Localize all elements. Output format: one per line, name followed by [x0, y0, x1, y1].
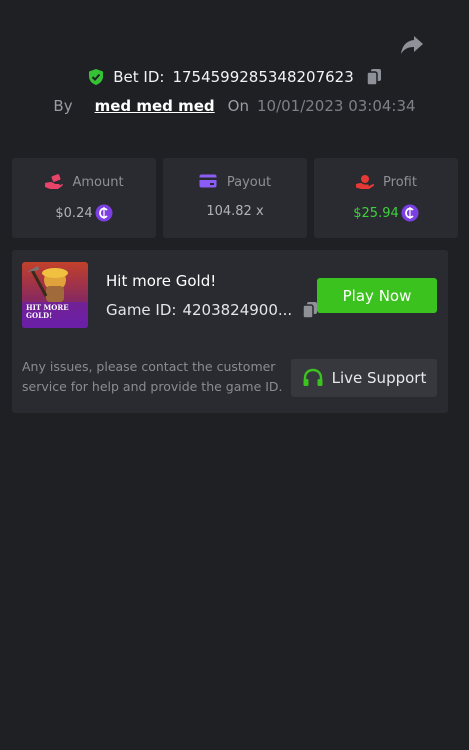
shield-check-icon [87, 68, 105, 86]
game-thumbnail-logo: HIT MORE GOLD! [26, 303, 69, 320]
bet-stats: Amount $0.24 Payout 104.82 x Profit $25.… [12, 158, 458, 238]
game-id-label: Game ID: [106, 301, 177, 319]
stat-profit: Profit $25.94 [314, 158, 458, 238]
game-thumbnail[interactable]: HIT MORE GOLD! [22, 262, 88, 328]
bet-id-label: Bet ID: [113, 68, 165, 86]
play-now-button[interactable]: Play Now [317, 278, 437, 313]
game-id-row: Game ID: 4203824900... [106, 301, 318, 319]
game-id-value: 4203824900... [182, 301, 293, 319]
share-icon [400, 35, 424, 59]
stat-profit-label: Profit [383, 174, 417, 190]
stat-payout-label: Payout [226, 174, 272, 190]
stat-amount-value: $0.24 [55, 205, 93, 221]
stat-amount: Amount $0.24 [12, 158, 156, 238]
stat-profit-value: $25.94 [353, 205, 399, 221]
card-icon [199, 174, 219, 190]
copy-icon[interactable] [302, 301, 318, 319]
game-title: Hit more Gold! [106, 272, 217, 290]
live-support-button[interactable]: Live Support [291, 359, 437, 397]
bet-id-row: Bet ID: 1754599285348207623 [0, 68, 469, 86]
by-label: By [53, 97, 73, 115]
headset-icon [302, 368, 324, 388]
coin-icon [401, 204, 419, 222]
coin-icon [95, 204, 113, 222]
username-link[interactable]: med med med [95, 97, 215, 115]
stat-amount-label: Amount [72, 174, 124, 190]
share-button[interactable] [399, 36, 425, 58]
bet-datetime: 10/01/2023 03:04:34 [256, 97, 416, 115]
stat-payout: Payout 104.82 x [163, 158, 307, 238]
bet-hand-icon [44, 174, 64, 190]
game-card: HIT MORE GOLD! Hit more Gold! Game ID: 4… [12, 250, 448, 413]
copy-icon[interactable] [366, 68, 382, 86]
bet-meta-row: By med med med On 10/01/2023 03:04:34 [0, 97, 469, 115]
bet-id-value: 1754599285348207623 [172, 68, 354, 86]
live-support-label: Live Support [331, 369, 427, 387]
stat-payout-value: 104.82 x [206, 204, 264, 219]
on-label: On [227, 97, 249, 115]
support-help-text: Any issues, please contact the customer … [22, 359, 283, 394]
profit-hand-icon [355, 174, 375, 190]
